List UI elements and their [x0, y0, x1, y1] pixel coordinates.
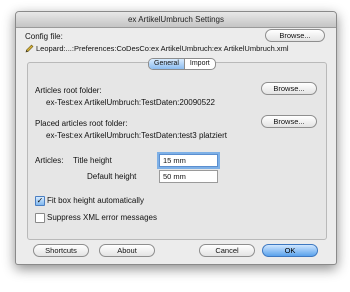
- config-file-label: Config file:: [25, 32, 63, 41]
- shortcuts-button[interactable]: Shortcuts: [33, 244, 89, 257]
- checkmark-icon: ✓: [36, 196, 44, 205]
- ok-button[interactable]: OK: [262, 244, 318, 257]
- articles-root-label: Articles root folder:: [35, 86, 102, 95]
- config-browse-button[interactable]: Browse...: [265, 29, 325, 42]
- suppress-xml-checkbox[interactable]: [35, 213, 45, 223]
- placed-root-path: ex-Test:ex ArtikelUmbruch:TestDaten:test…: [46, 131, 227, 140]
- window-title: ex ArtikelUmbruch Settings: [16, 12, 336, 28]
- title-height-label: Title height: [73, 156, 112, 165]
- suppress-xml-label: Suppress XML error messages: [47, 213, 157, 222]
- articles-root-browse-button[interactable]: Browse...: [261, 82, 317, 95]
- about-button[interactable]: About: [99, 244, 155, 257]
- cancel-button[interactable]: Cancel: [199, 244, 255, 257]
- placed-root-browse-button[interactable]: Browse...: [261, 115, 317, 128]
- tab-bar: General Import: [148, 58, 216, 70]
- title-height-input[interactable]: 15 mm: [159, 154, 218, 167]
- fit-box-label: Fit box height automatically: [47, 196, 144, 205]
- articles-root-path: ex-Test:ex ArtikelUmbruch:TestDaten:2009…: [46, 98, 215, 107]
- settings-dialog: ex ArtikelUmbruch Settings Config file: …: [15, 11, 337, 265]
- default-height-label: Default height: [87, 172, 137, 181]
- placed-root-label: Placed articles root folder:: [35, 119, 128, 128]
- articles-label: Articles:: [35, 156, 64, 165]
- default-height-input[interactable]: 50 mm: [159, 170, 218, 183]
- fit-box-checkbox[interactable]: ✓: [35, 196, 45, 206]
- tab-general[interactable]: General: [149, 59, 184, 69]
- pencil-icon: [25, 44, 34, 55]
- config-file-path: Leopard:...:Preferences:CoDesCo:ex Artik…: [36, 44, 289, 53]
- tab-import[interactable]: Import: [183, 59, 215, 69]
